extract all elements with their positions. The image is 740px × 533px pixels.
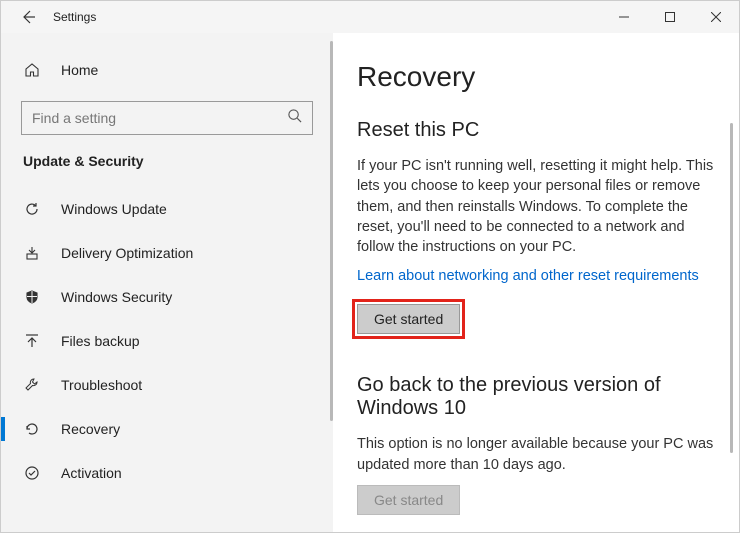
sidebar: Home Update & Security Windows Update De… xyxy=(1,33,333,532)
reset-get-started-button[interactable]: Get started xyxy=(357,304,460,334)
sidebar-item-windows-security[interactable]: Windows Security xyxy=(1,275,333,319)
sidebar-item-label: Delivery Optimization xyxy=(61,245,193,261)
sidebar-item-recovery[interactable]: Recovery xyxy=(1,407,333,451)
recovery-icon xyxy=(23,420,41,438)
wrench-icon xyxy=(23,376,41,394)
minimize-button[interactable] xyxy=(601,1,647,33)
sidebar-item-files-backup[interactable]: Files backup xyxy=(1,319,333,363)
sidebar-item-label: Recovery xyxy=(61,421,120,437)
home-nav[interactable]: Home xyxy=(1,53,333,87)
nav-list: Windows Update Delivery Optimization Win… xyxy=(1,187,333,495)
sidebar-item-windows-update[interactable]: Windows Update xyxy=(1,187,333,231)
window-title: Settings xyxy=(53,10,96,24)
sync-icon xyxy=(23,200,41,218)
sidebar-item-label: Windows Update xyxy=(61,201,167,217)
goback-heading: Go back to the previous version of Windo… xyxy=(357,374,715,420)
sidebar-item-label: Activation xyxy=(61,465,122,481)
reset-learn-link[interactable]: Learn about networking and other reset r… xyxy=(357,268,699,284)
goback-body: This option is no longer available becau… xyxy=(357,434,715,475)
back-button[interactable] xyxy=(19,8,37,26)
content-area: Recovery Reset this PC If your PC isn't … xyxy=(333,33,739,532)
shield-icon xyxy=(23,288,41,306)
sidebar-item-label: Troubleshoot xyxy=(61,377,142,393)
page-title: Recovery xyxy=(357,61,715,93)
sidebar-item-activation[interactable]: Activation xyxy=(1,451,333,495)
home-icon xyxy=(23,61,41,79)
reset-heading: Reset this PC xyxy=(357,119,715,142)
sidebar-item-troubleshoot[interactable]: Troubleshoot xyxy=(1,363,333,407)
backup-icon xyxy=(23,332,41,350)
sidebar-item-label: Windows Security xyxy=(61,289,172,305)
search-box[interactable] xyxy=(21,101,313,135)
maximize-button[interactable] xyxy=(647,1,693,33)
search-icon xyxy=(287,108,302,128)
home-label: Home xyxy=(61,62,98,78)
close-button[interactable] xyxy=(693,1,739,33)
content-scrollbar[interactable] xyxy=(730,123,733,453)
activation-icon xyxy=(23,464,41,482)
category-header: Update & Security xyxy=(1,153,333,169)
sidebar-item-label: Files backup xyxy=(61,333,140,349)
reset-body: If your PC isn't running well, resetting… xyxy=(357,156,715,257)
goback-get-started-button: Get started xyxy=(357,485,460,515)
titlebar: Settings xyxy=(1,1,739,33)
delivery-icon xyxy=(23,244,41,262)
search-input[interactable] xyxy=(32,110,287,126)
sidebar-item-delivery-optimization[interactable]: Delivery Optimization xyxy=(1,231,333,275)
